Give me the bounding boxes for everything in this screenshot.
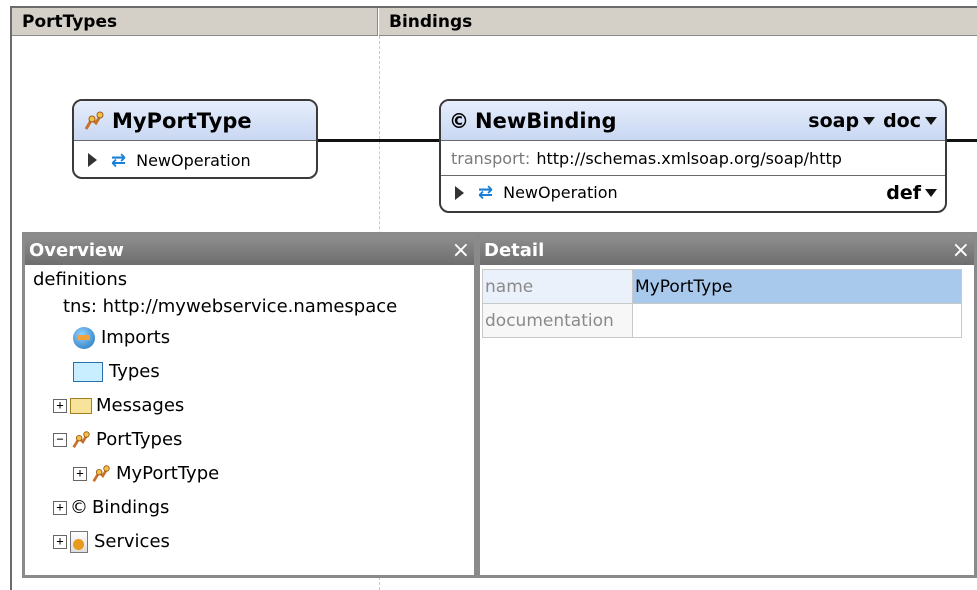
tree-item-myporttype[interactable]: + MyPortType xyxy=(33,457,466,491)
porttype-binding-connector xyxy=(316,139,440,142)
expand-plus-icon[interactable]: + xyxy=(53,399,67,413)
expand-triangle-icon[interactable] xyxy=(88,153,97,167)
porttype-icon xyxy=(82,109,106,133)
expand-triangle-icon[interactable] xyxy=(455,185,464,200)
services-icon xyxy=(70,531,88,553)
tree-item-services[interactable]: + Services xyxy=(33,525,466,559)
property-row-documentation[interactable]: documentation xyxy=(482,303,962,338)
operation-style-dropdown[interactable]: def xyxy=(886,182,937,204)
porttype-operation-name[interactable]: NewOperation xyxy=(136,151,251,170)
binding-node-header[interactable]: © NewBinding soap doc xyxy=(441,101,945,141)
expand-plus-icon[interactable]: + xyxy=(53,535,67,549)
close-icon[interactable]: × xyxy=(452,238,470,263)
property-key: documentation xyxy=(482,303,633,338)
porttype-name[interactable]: MyPortType xyxy=(112,109,252,133)
overview-tree: definitions tns: http://mywebservice.nam… xyxy=(25,265,474,561)
binding-node[interactable]: © NewBinding soap doc transport: http://… xyxy=(439,99,947,213)
tree-item-types[interactable]: Types xyxy=(33,355,466,389)
close-icon[interactable]: × xyxy=(952,238,970,263)
property-value[interactable]: MyPortType xyxy=(632,269,962,304)
porttype-node-header[interactable]: MyPortType xyxy=(74,101,316,141)
binding-icon: © xyxy=(70,497,88,518)
envelope-icon xyxy=(70,398,92,414)
binding-operation-row[interactable]: ⇄ NewOperation def xyxy=(441,175,945,209)
property-row-name[interactable]: name MyPortType xyxy=(482,269,962,304)
bindings-column-header: Bindings xyxy=(379,8,977,36)
porttype-operation-row[interactable]: ⇄ NewOperation xyxy=(74,141,316,177)
property-key: name xyxy=(482,269,633,304)
protocol-dropdown[interactable]: soap xyxy=(808,110,875,132)
collapse-minus-icon[interactable]: − xyxy=(53,433,67,447)
tree-item-porttypes[interactable]: − PortTypes xyxy=(33,423,466,457)
expand-plus-icon[interactable]: + xyxy=(53,501,67,515)
detail-panel: Detail × name MyPortType documentation xyxy=(477,232,977,578)
detail-property-grid: name MyPortType documentation xyxy=(482,269,962,338)
imports-icon xyxy=(73,327,95,349)
detail-title: Detail xyxy=(484,239,545,261)
tree-item-tns[interactable]: tns: http://mywebservice.namespace xyxy=(33,293,466,321)
porttype-icon xyxy=(70,429,92,451)
binding-icon: © xyxy=(449,108,469,133)
detail-title-bar: Detail × xyxy=(480,235,974,265)
overview-title-bar: Overview × xyxy=(25,235,474,265)
types-icon xyxy=(73,362,103,382)
property-value[interactable] xyxy=(632,303,962,338)
transport-label: transport: xyxy=(451,148,531,168)
tree-item-messages[interactable]: + Messages xyxy=(33,389,466,423)
overview-panel: Overview × definitions tns: http://myweb… xyxy=(22,232,477,578)
transfer-arrows-icon: ⇄ xyxy=(111,149,127,171)
porttypes-column-header: PortTypes xyxy=(12,8,378,36)
porttype-node[interactable]: MyPortType ⇄ NewOperation xyxy=(72,99,318,179)
porttype-icon xyxy=(90,463,112,485)
binding-right-connector xyxy=(946,139,977,142)
binding-name[interactable]: NewBinding xyxy=(475,109,617,133)
tree-item-imports[interactable]: Imports xyxy=(33,321,466,355)
transfer-arrows-icon: ⇄ xyxy=(478,182,494,203)
binding-operation-name[interactable]: NewOperation xyxy=(503,183,618,202)
tree-item-bindings[interactable]: + © Bindings xyxy=(33,491,466,525)
expand-plus-icon[interactable]: + xyxy=(73,467,87,481)
overview-title: Overview xyxy=(29,239,124,261)
transport-row: transport: http://schemas.xmlsoap.org/so… xyxy=(441,141,945,175)
transport-value[interactable]: http://schemas.xmlsoap.org/soap/http xyxy=(536,149,842,168)
style-dropdown[interactable]: doc xyxy=(883,110,937,132)
